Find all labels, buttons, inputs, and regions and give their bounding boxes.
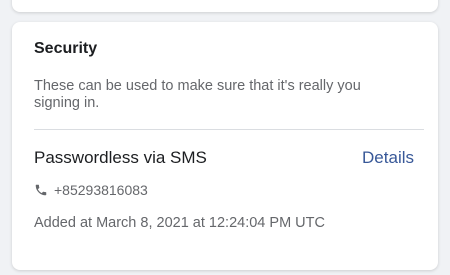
phone-row: +85293816083 [34,182,148,198]
security-card: Security These can be used to make sure … [12,22,438,270]
phone-icon [34,183,48,197]
section-description: These can be used to make sure that it's… [34,78,361,111]
method-title: Passwordless via SMS [34,148,207,167]
details-link[interactable]: Details [362,148,414,168]
phone-number: +85293816083 [54,182,148,198]
divider [34,129,424,130]
added-timestamp: Added at March 8, 2021 at 12:24:04 PM UT… [34,215,325,231]
previous-card [12,0,438,12]
section-title: Security [34,40,98,57]
